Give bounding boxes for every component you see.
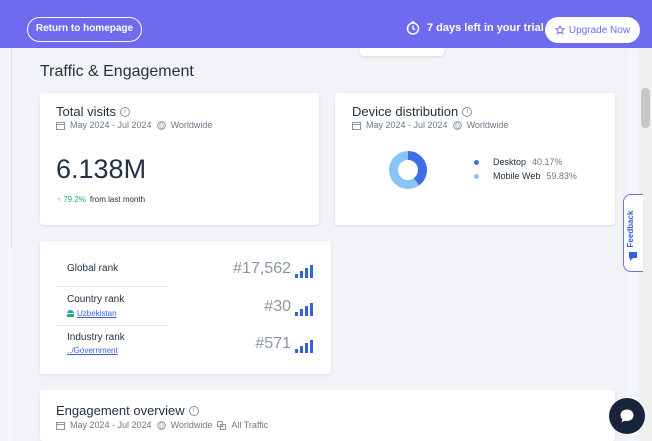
trial-status: 7 days left in your trial (406, 21, 544, 35)
calendar-icon (352, 121, 361, 130)
page-title: Traffic & Engagement (40, 63, 194, 80)
info-icon[interactable]: i (462, 106, 473, 117)
globe-icon (156, 420, 166, 430)
total-visits-growth: ↑ 79.2% from last month (57, 195, 145, 204)
total-visits-value: 6.138M (56, 154, 147, 184)
calendar-icon (56, 121, 65, 130)
trial-banner: Return to homepage 7 days left in your t… (0, 0, 652, 48)
rank-bars-icon (295, 303, 313, 316)
device-donut-chart (389, 151, 427, 189)
scrollbar-thumb[interactable] (641, 88, 650, 128)
industry-rank-row: Industry rank ../Government #571 (57, 329, 313, 359)
chat-button[interactable] (609, 398, 645, 434)
info-icon[interactable]: i (188, 405, 199, 416)
country-link[interactable]: Uzbekistan (67, 309, 117, 318)
rank-bars-icon (295, 265, 313, 278)
global-rank-label: Global rank (67, 263, 119, 274)
device-distribution-title: Device distribution i (352, 104, 473, 119)
star-icon (554, 25, 565, 35)
desktop-dot (474, 159, 479, 165)
globe-icon (452, 120, 462, 130)
global-rank-row: Global rank #17,562 (57, 258, 313, 282)
calendar-icon (56, 421, 65, 430)
growth-label: from last month (89, 195, 146, 204)
globe-icon (156, 120, 166, 130)
industry-rank-label: Industry rank (67, 332, 125, 343)
rank-divider (57, 325, 168, 326)
legend-desktop: Desktop 40.17% (474, 157, 563, 167)
upgrade-now-button[interactable]: Upgrade Now (545, 17, 640, 43)
return-to-homepage-button[interactable]: Return to homepage (27, 17, 142, 42)
upgrade-label: Upgrade Now (568, 24, 631, 36)
chat-bubble-icon (620, 409, 634, 423)
global-rank-value: #17,562 (233, 260, 313, 278)
legend-mobile-web: Mobile Web 59.83% (474, 171, 577, 181)
total-visits-meta: May 2024 - Jul 2024 Worldwide (56, 120, 212, 130)
dropdown-edge (360, 48, 444, 56)
country-rank-label: Country rank (67, 294, 125, 305)
engagement-meta: May 2024 - Jul 2024 Worldwide All Traffi… (56, 420, 268, 430)
industry-rank-value: #571 (255, 335, 313, 353)
industry-link[interactable]: ../Government (67, 346, 118, 355)
feedback-icon (629, 252, 637, 261)
rank-divider (57, 286, 168, 287)
rank-bars-icon (295, 340, 313, 353)
uzbekistan-flag-icon (67, 310, 74, 317)
traffic-source-icon (217, 420, 227, 430)
total-visits-title: Total visits i (56, 104, 130, 119)
info-icon[interactable]: i (119, 106, 130, 117)
growth-percent: ↑ 79.2% (57, 195, 86, 204)
mobile-web-dot (474, 173, 479, 179)
device-distribution-meta: May 2024 - Jul 2024 Worldwide (352, 120, 508, 130)
country-rank-row: Country rank Uzbekistan #30 (57, 290, 313, 322)
timer-icon (406, 21, 420, 35)
left-divider (11, 48, 12, 248)
country-rank-value: #30 (264, 298, 313, 316)
engagement-overview-title: Engagement overview i (56, 403, 199, 418)
trial-text: 7 days left in your trial (427, 22, 544, 34)
